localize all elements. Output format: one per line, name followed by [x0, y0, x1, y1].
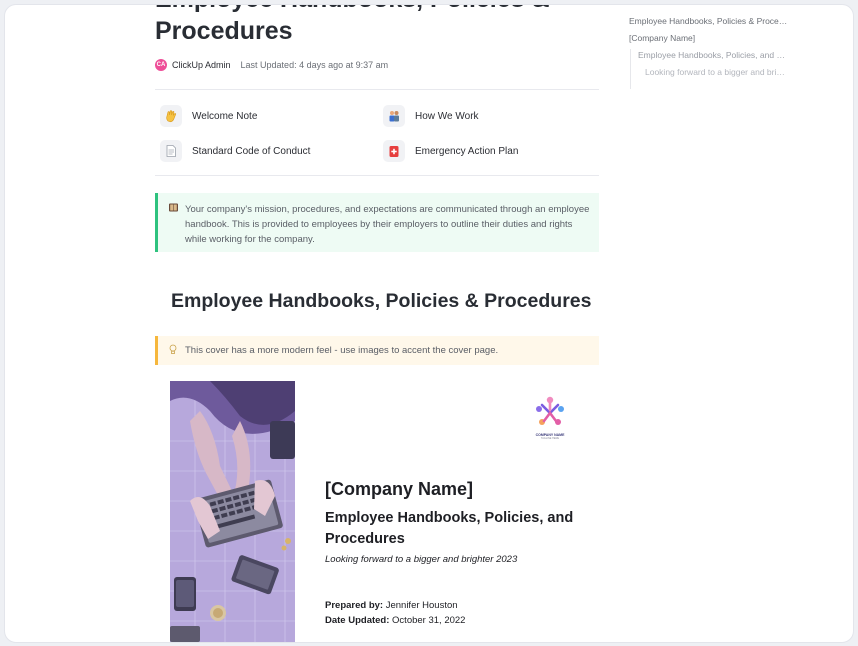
intro-callout-text: Your company's mission, procedures, and …: [185, 204, 590, 245]
people-icon: [383, 105, 405, 127]
toc-item[interactable]: Employee Handbooks, Policies & Procedure…: [629, 16, 789, 26]
waving-hand-icon: [160, 105, 182, 127]
document-body: Employee Handbooks, Policies & Procedure…: [155, 5, 599, 642]
divider: [155, 89, 599, 90]
date-updated-value: October 31, 2022: [392, 615, 466, 626]
page-title[interactable]: Employee Handbooks, Policies & Procedure…: [155, 5, 599, 47]
date-updated-label: Date Updated:: [325, 615, 390, 626]
lightbulb-icon: [168, 344, 178, 357]
document-window: Employee Handbooks, Policies & Procedure…: [4, 4, 854, 643]
cover-tagline[interactable]: Looking forward to a bigger and brighter…: [325, 554, 517, 565]
logo-sublabel: TAGLINE HERE: [540, 437, 560, 440]
company-logo: COMPANY NAME TAGLINE HERE: [530, 395, 570, 445]
toc-item[interactable]: Looking forward to a bigger and brighter…: [645, 67, 789, 77]
divider: [155, 175, 599, 176]
cover-photo: [170, 381, 295, 642]
subpage-label: Standard Code of Conduct: [192, 145, 311, 157]
last-updated: Last Updated: 4 days ago at 9:37 am: [240, 60, 389, 70]
subpage-link-emergency-action-plan[interactable]: Emergency Action Plan: [383, 140, 518, 162]
prepared-by-label: Prepared by:: [325, 600, 384, 611]
toc-rail: [630, 49, 631, 89]
emergency-kit-icon: [383, 140, 405, 162]
subpage-link-how-we-work[interactable]: How We Work: [383, 105, 479, 127]
subpage-label: Emergency Action Plan: [415, 145, 519, 157]
page-meta: CA ClickUp Admin Last Updated: 4 days ag…: [155, 57, 388, 73]
subpage-link-welcome-note[interactable]: Welcome Note: [160, 105, 257, 127]
book-icon: [168, 202, 179, 215]
cover-company-name[interactable]: [Company Name]: [325, 479, 473, 500]
toc-item[interactable]: Employee Handbooks, Policies, and Proced…: [638, 50, 789, 60]
toc-item[interactable]: [Company Name]: [629, 33, 789, 43]
tip-callout[interactable]: This cover has a more modern feel - use …: [155, 336, 599, 365]
author-name[interactable]: ClickUp Admin: [172, 60, 231, 70]
intro-callout[interactable]: Your company's mission, procedures, and …: [155, 193, 599, 252]
avatar[interactable]: CA: [155, 59, 167, 71]
cover-title[interactable]: Employee Handbooks, Policies, and Proced…: [325, 508, 600, 550]
prepared-by-value: Jennifer Houston: [385, 600, 458, 611]
subpage-link-code-of-conduct[interactable]: Standard Code of Conduct: [160, 140, 310, 162]
subpage-links: Welcome Note How We Work Standard Code o…: [155, 100, 599, 170]
prepared-by[interactable]: Prepared by: Jennifer Houston: [325, 600, 458, 611]
cover-page: COMPANY NAME TAGLINE HERE [Company Name]…: [170, 381, 600, 642]
tip-callout-text: This cover has a more modern feel - use …: [185, 345, 499, 356]
date-updated[interactable]: Date Updated: October 31, 2022: [325, 615, 465, 626]
document-icon: [160, 140, 182, 162]
section-heading[interactable]: Employee Handbooks, Policies & Procedure…: [171, 290, 601, 313]
subpage-label: How We Work: [415, 110, 479, 122]
subpage-label: Welcome Note: [192, 110, 258, 122]
